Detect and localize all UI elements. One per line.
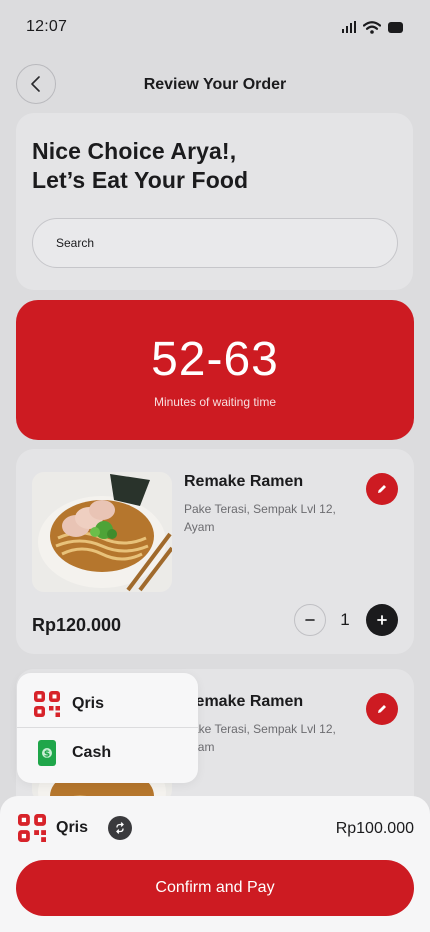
search-input[interactable]: Search	[32, 218, 398, 268]
greeting-line-2: Let’s Eat Your Food	[32, 167, 249, 193]
greeting-line-1: Nice Choice Arya!,	[32, 138, 237, 164]
edit-item-button[interactable]	[366, 693, 398, 725]
edit-pencil-icon	[378, 705, 386, 713]
confirm-and-pay-button[interactable]: Confirm and Pay	[16, 860, 414, 916]
search-placeholder: Search	[56, 236, 95, 250]
increase-quantity-button[interactable]	[366, 604, 398, 636]
signal-icon	[342, 21, 356, 33]
back-button[interactable]	[16, 64, 56, 104]
payment-option-qris[interactable]: Qris	[17, 680, 198, 728]
back-arrow-icon	[31, 76, 40, 92]
edit-pencil-icon	[378, 485, 386, 493]
selected-payment-method[interactable]: Qris	[18, 814, 133, 842]
header: Review Your Order	[0, 64, 430, 106]
item-name: Remake Ramen	[184, 473, 304, 490]
status-bar: 12:07	[0, 0, 430, 54]
wifi-icon	[363, 20, 381, 34]
waiting-time-label: Minutes of waiting time	[153, 395, 277, 409]
svg-text:$: $	[44, 750, 50, 760]
waiting-time-card: 52-63 Minutes of waiting time	[16, 300, 414, 440]
item-name: Remake Ramen	[184, 693, 304, 710]
switch-payment-button[interactable]	[108, 816, 133, 840]
page-title: Review Your Order	[143, 76, 287, 93]
payment-method-menu: Qris $ Cash	[17, 673, 198, 783]
edit-item-button[interactable]	[366, 473, 398, 505]
selected-payment-label: Qris	[56, 819, 89, 836]
waiting-time-range: 52-63	[151, 333, 279, 386]
payment-option-label: Cash	[72, 744, 112, 761]
item-description: Pake Terasi, Sempak Lvl 12, Ayam	[184, 722, 336, 754]
qris-icon	[34, 691, 60, 717]
battery-icon	[388, 21, 403, 33]
greeting-card: Nice Choice Arya!, Let’s Eat Your Food S…	[16, 113, 413, 290]
divider	[17, 727, 198, 728]
checkout-bar: Qris Rp100.000 Confirm and Pay	[0, 796, 430, 932]
order-item: Remake Ramen Pake Terasi, Sempak Lvl 12,…	[16, 449, 414, 654]
minus-icon	[305, 619, 315, 621]
cash-icon: $	[38, 740, 56, 766]
ramen-image	[32, 472, 172, 592]
item-price: Rp120.000	[32, 615, 122, 635]
status-time: 12:07	[26, 18, 68, 35]
plus-icon	[377, 615, 387, 625]
decrease-quantity-button[interactable]	[294, 604, 326, 636]
qris-icon	[18, 814, 46, 842]
payment-option-cash[interactable]: $ Cash	[17, 729, 198, 777]
order-total: Rp100.000	[335, 820, 414, 837]
payment-option-label: Qris	[72, 695, 105, 712]
switch-icon	[116, 822, 124, 834]
item-description: Pake Terasi, Sempak Lvl 12, Ayam	[184, 502, 336, 534]
status-icons	[342, 20, 404, 34]
quantity-value: 1	[340, 610, 350, 629]
